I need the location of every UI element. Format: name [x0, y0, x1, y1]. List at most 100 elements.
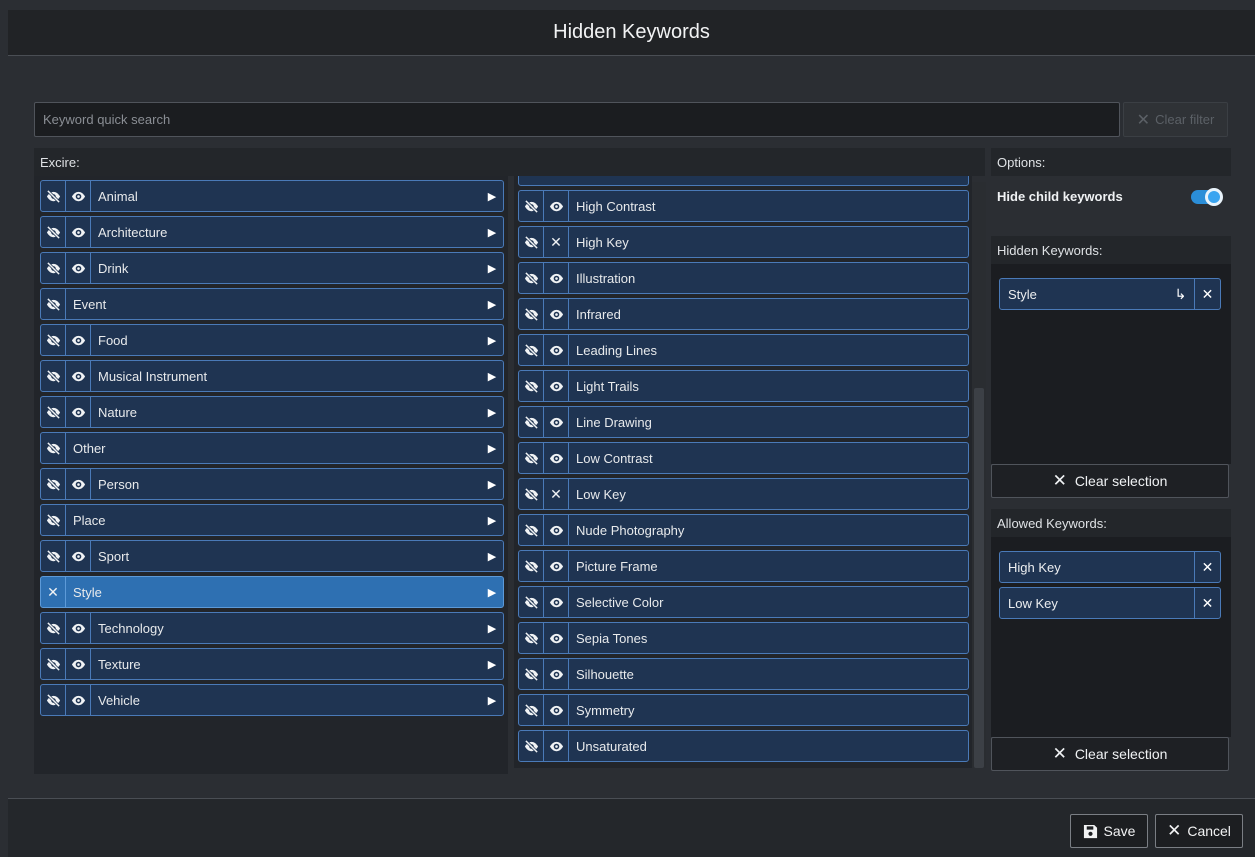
keyword-row[interactable]: Picture Frame	[518, 550, 969, 582]
show-button[interactable]	[544, 191, 569, 221]
category-row[interactable]: Sport ▶	[40, 540, 504, 572]
scrollbar-thumb[interactable]	[974, 388, 984, 768]
remove-button[interactable]: ✕	[41, 577, 66, 607]
hide-button[interactable]	[519, 623, 544, 653]
keyword-row[interactable]: Selective Color	[518, 586, 969, 618]
expand-arrow-icon[interactable]: ▶	[481, 262, 503, 275]
show-button[interactable]	[544, 551, 569, 581]
expand-arrow-icon[interactable]: ▶	[481, 694, 503, 707]
hide-button[interactable]	[41, 181, 66, 211]
clear-allowed-selection-button[interactable]: ✕ Clear selection	[991, 737, 1229, 771]
show-button[interactable]	[544, 623, 569, 653]
keyword-row[interactable]: Sepia Tones	[518, 622, 969, 654]
hide-button[interactable]	[519, 191, 544, 221]
show-button[interactable]	[544, 407, 569, 437]
category-row[interactable]: Technology ▶	[40, 612, 504, 644]
category-row[interactable]: Vehicle ▶	[40, 684, 504, 716]
keyword-chip[interactable]: High Key ✕	[999, 551, 1221, 583]
keyword-row[interactable]: Silhouette	[518, 658, 969, 690]
keyword-row[interactable]: ✕ High Key	[518, 226, 969, 258]
category-row[interactable]: Person ▶	[40, 468, 504, 500]
show-button[interactable]	[66, 685, 91, 715]
hide-button[interactable]	[41, 613, 66, 643]
remove-button[interactable]: ✕	[544, 227, 569, 257]
show-button[interactable]	[544, 299, 569, 329]
category-row[interactable]: Place ▶	[40, 504, 504, 536]
show-button[interactable]	[544, 587, 569, 617]
show-button[interactable]	[66, 613, 91, 643]
category-row[interactable]: ✕ Style ▶	[40, 576, 504, 608]
hide-button[interactable]	[41, 289, 66, 319]
show-button[interactable]	[544, 695, 569, 725]
show-button[interactable]	[544, 263, 569, 293]
go-to-keyword-icon[interactable]: ↳	[1166, 279, 1194, 309]
category-row[interactable]: Food ▶	[40, 324, 504, 356]
expand-arrow-icon[interactable]: ▶	[481, 442, 503, 455]
hide-button[interactable]	[41, 361, 66, 391]
expand-arrow-icon[interactable]: ▶	[481, 298, 503, 311]
hide-button[interactable]	[41, 505, 66, 535]
cancel-button[interactable]: ✕ Cancel	[1155, 814, 1243, 848]
expand-arrow-icon[interactable]: ▶	[481, 550, 503, 563]
show-button[interactable]	[66, 325, 91, 355]
keyword-row[interactable]: ✕ Low Key	[518, 478, 969, 510]
save-button[interactable]: Save	[1070, 814, 1148, 848]
expand-arrow-icon[interactable]: ▶	[481, 334, 503, 347]
category-row[interactable]: Event ▶	[40, 288, 504, 320]
expand-arrow-icon[interactable]: ▶	[481, 370, 503, 383]
keyword-row[interactable]: Low Contrast	[518, 442, 969, 474]
keyword-chip[interactable]: Style ↳ ✕	[999, 278, 1221, 310]
keyword-chip[interactable]: Low Key ✕	[999, 587, 1221, 619]
expand-arrow-icon[interactable]: ▶	[481, 406, 503, 419]
hide-button[interactable]	[41, 685, 66, 715]
category-row[interactable]: Nature ▶	[40, 396, 504, 428]
keyword-row[interactable]: Infrared	[518, 298, 969, 330]
hide-button[interactable]	[41, 649, 66, 679]
hide-button[interactable]	[519, 659, 544, 689]
show-button[interactable]	[544, 515, 569, 545]
show-button[interactable]	[544, 731, 569, 761]
category-row[interactable]: Drink ▶	[40, 252, 504, 284]
hide-button[interactable]	[519, 407, 544, 437]
category-row[interactable]: Animal ▶	[40, 180, 504, 212]
hide-button[interactable]	[519, 371, 544, 401]
hide-button[interactable]	[519, 695, 544, 725]
keyword-search-input[interactable]	[34, 102, 1120, 137]
keyword-row[interactable]: Leading Lines	[518, 334, 969, 366]
show-button[interactable]	[66, 469, 91, 499]
remove-chip-icon[interactable]: ✕	[1194, 588, 1220, 618]
hide-button[interactable]	[41, 541, 66, 571]
show-button[interactable]	[544, 659, 569, 689]
remove-chip-icon[interactable]: ✕	[1194, 279, 1220, 309]
keyword-row[interactable]: High Contrast	[518, 190, 969, 222]
hide-button[interactable]	[41, 253, 66, 283]
hide-button[interactable]	[41, 433, 66, 463]
expand-arrow-icon[interactable]: ▶	[481, 622, 503, 635]
hide-button[interactable]	[519, 515, 544, 545]
hide-button[interactable]	[519, 731, 544, 761]
show-button[interactable]	[66, 253, 91, 283]
hide-button[interactable]	[519, 335, 544, 365]
hide-button[interactable]	[519, 551, 544, 581]
expand-arrow-icon[interactable]: ▶	[481, 658, 503, 671]
remove-chip-icon[interactable]: ✕	[1194, 552, 1220, 582]
hide-button[interactable]	[41, 469, 66, 499]
hide-button[interactable]	[519, 263, 544, 293]
expand-arrow-icon[interactable]: ▶	[481, 478, 503, 491]
clear-hidden-selection-button[interactable]: ✕ Clear selection	[991, 464, 1229, 498]
category-row[interactable]: Musical Instrument ▶	[40, 360, 504, 392]
remove-button[interactable]: ✕	[544, 479, 569, 509]
category-row[interactable]: Other ▶	[40, 432, 504, 464]
keyword-row[interactable]: Unsaturated	[518, 730, 969, 762]
expand-arrow-icon[interactable]: ▶	[481, 226, 503, 239]
show-button[interactable]	[66, 541, 91, 571]
show-button[interactable]	[66, 361, 91, 391]
keyword-row[interactable]: Nude Photography	[518, 514, 969, 546]
hide-button[interactable]	[519, 227, 544, 257]
hide-button[interactable]	[41, 325, 66, 355]
show-button[interactable]	[544, 335, 569, 365]
category-row[interactable]: Texture ▶	[40, 648, 504, 680]
hide-child-keywords-toggle[interactable]	[1191, 188, 1223, 206]
show-button[interactable]	[66, 397, 91, 427]
show-button[interactable]	[66, 217, 91, 247]
